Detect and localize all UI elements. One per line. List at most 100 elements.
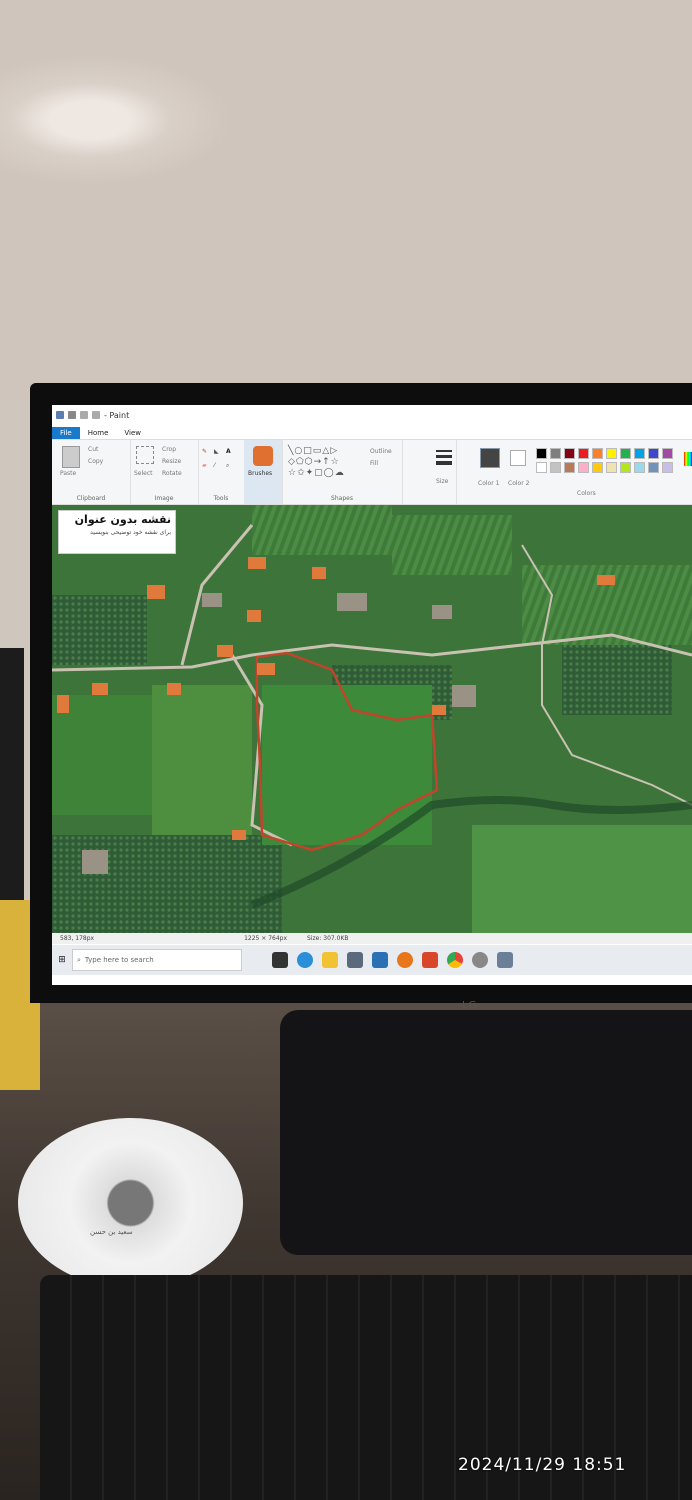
palette-swatch[interactable]: [592, 462, 603, 473]
palette-swatch[interactable]: [620, 448, 631, 459]
palette-swatch[interactable]: [662, 462, 673, 473]
color1-swatch[interactable]: [480, 448, 500, 468]
select-button[interactable]: Select: [134, 470, 153, 477]
file-explorer-icon[interactable]: [322, 952, 338, 968]
wallpaper-background: [0, 0, 692, 400]
palette-swatch[interactable]: [564, 462, 575, 473]
size-group[interactable]: Size: [432, 440, 457, 504]
color1-label: Color 1: [478, 480, 500, 487]
speaker-left: [0, 648, 24, 908]
color2-swatch[interactable]: [510, 450, 526, 466]
store-icon[interactable]: [347, 952, 363, 968]
window-title: - Paint: [104, 410, 130, 420]
ribbon-tabs: File Home View: [52, 425, 692, 439]
text-icon[interactable]: A: [226, 448, 231, 455]
size-line-2: [436, 455, 452, 458]
rotate-button[interactable]: Rotate: [162, 470, 182, 477]
crop-field: [392, 515, 512, 575]
edit-colors-icon[interactable]: [684, 452, 692, 466]
image-label: Image: [154, 495, 174, 502]
orchard-field: [52, 595, 147, 665]
size-button[interactable]: Size: [436, 478, 448, 485]
pencil-icon[interactable]: ✎: [202, 448, 207, 455]
palette-swatch[interactable]: [536, 462, 547, 473]
redo-icon[interactable]: [92, 411, 100, 419]
title-bar: - Paint: [52, 405, 692, 425]
crop-field: [472, 825, 692, 941]
app-icon[interactable]: [472, 952, 488, 968]
palette-swatch[interactable]: [578, 462, 589, 473]
crop-button[interactable]: Crop: [162, 446, 176, 453]
cut-button[interactable]: Cut: [88, 446, 98, 453]
tools-label: Tools: [213, 495, 229, 502]
palette-swatch[interactable]: [606, 462, 617, 473]
palette-swatch[interactable]: [550, 448, 561, 459]
palette-swatch[interactable]: [648, 462, 659, 473]
save-icon[interactable]: [68, 411, 76, 419]
palette-swatch[interactable]: [634, 448, 645, 459]
map-legend-box: نقشه بدون عنوان برای نقشه خود توضیحی بنو…: [58, 510, 176, 554]
eraser-icon[interactable]: ▰: [202, 462, 207, 469]
resize-button[interactable]: Resize: [162, 458, 181, 465]
palette-swatch[interactable]: [564, 448, 575, 459]
windows-logo-icon[interactable]: ⊞: [52, 945, 72, 975]
crop-field: [152, 685, 252, 835]
fill-dropdown[interactable]: Fill: [370, 460, 378, 467]
photo-timestamp: 2024/11/29 18:51: [458, 1455, 627, 1475]
color2-label: Color 2: [508, 480, 530, 487]
select-icon[interactable]: [136, 446, 154, 464]
color-picker-icon[interactable]: ⁄: [214, 462, 215, 469]
palette-swatch[interactable]: [592, 448, 603, 459]
cd-label: سعید بن حسن: [90, 1228, 133, 1236]
screen: - Paint File Home View Paste Cut Copy Cl…: [52, 405, 692, 985]
colors-label: Colors: [577, 490, 596, 497]
tab-home[interactable]: Home: [80, 427, 117, 439]
tab-file[interactable]: File: [52, 427, 80, 439]
paint-canvas-satellite-map[interactable]: [52, 505, 692, 941]
image-dimensions: 1225 × 764px: [244, 935, 288, 942]
taskbar-search-box[interactable]: ⌕ Type here to search: [72, 949, 242, 971]
copy-button[interactable]: Copy: [88, 458, 103, 465]
palette-swatch[interactable]: [536, 448, 547, 459]
size-line-3: [436, 461, 452, 465]
paste-icon[interactable]: [62, 446, 80, 468]
task-view-icon[interactable]: [272, 952, 288, 968]
edge-browser-icon[interactable]: [297, 952, 313, 968]
palette-swatch[interactable]: [578, 448, 589, 459]
magnifier-icon[interactable]: ⌕: [226, 462, 229, 470]
palette-swatch[interactable]: [634, 462, 645, 473]
image-group: Select Crop Resize Rotate Image: [130, 440, 199, 504]
brushes-button[interactable]: Brushes: [248, 470, 272, 477]
monitor-brand-logo: LG: [462, 1000, 478, 1011]
crop-field: [252, 505, 392, 555]
cursor-position: 583, 178px: [60, 935, 95, 942]
status-bar: 583, 178px 1225 × 764px Size: 307.0KB: [52, 933, 692, 944]
orchard-field: [562, 645, 672, 715]
paint-taskbar-icon[interactable]: [497, 952, 513, 968]
fill-icon[interactable]: ◣: [214, 448, 219, 455]
clipboard-group: Paste Cut Copy Clipboard: [52, 440, 131, 504]
monitor-bezel-bottom: [30, 985, 692, 1003]
outline-dropdown[interactable]: Outline: [370, 448, 392, 455]
mail-icon[interactable]: [372, 952, 388, 968]
palette-swatch[interactable]: [662, 448, 673, 459]
shapes-gallery-icon[interactable]: ╲○□▭△▷ ◇⬠⬡→↑☆ ☆✩✦▢◯☁: [288, 446, 345, 479]
brushes-group[interactable]: Brushes: [244, 440, 283, 504]
tab-view[interactable]: View: [116, 427, 149, 439]
palette-swatch[interactable]: [620, 462, 631, 473]
search-app-icon[interactable]: [397, 952, 413, 968]
chrome-icon[interactable]: [447, 952, 463, 968]
brush-icon[interactable]: [253, 446, 273, 466]
size-line-1: [436, 450, 452, 452]
palette-swatch[interactable]: [606, 448, 617, 459]
paste-button[interactable]: Paste: [60, 470, 76, 477]
undo-icon[interactable]: [80, 411, 88, 419]
clipboard-label: Clipboard: [76, 495, 106, 502]
acrobat-icon[interactable]: [422, 952, 438, 968]
palette-swatch[interactable]: [550, 462, 561, 473]
map-title: نقشه بدون عنوان: [74, 513, 171, 526]
palette-swatch[interactable]: [648, 448, 659, 459]
compact-disc: [18, 1118, 243, 1288]
tools-group: ✎ ◣ A ▰ ⁄ ⌕ Tools: [198, 440, 245, 504]
shapes-group: ╲○□▭△▷ ◇⬠⬡→↑☆ ☆✩✦▢◯☁ Outline Fill Shapes: [282, 440, 403, 504]
